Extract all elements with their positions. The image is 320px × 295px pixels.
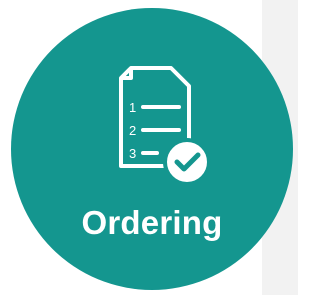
ordered-list-checkmark-icon: 1 2 3 — [119, 66, 211, 186]
list-number-1: 1 — [129, 100, 136, 115]
list-number-2: 2 — [129, 123, 136, 138]
ordering-tile[interactable]: 1 2 3 Ordering — [11, 8, 293, 290]
tile-label: Ordering — [81, 204, 223, 241]
check-badge — [163, 138, 211, 186]
list-number-3: 3 — [129, 146, 136, 161]
